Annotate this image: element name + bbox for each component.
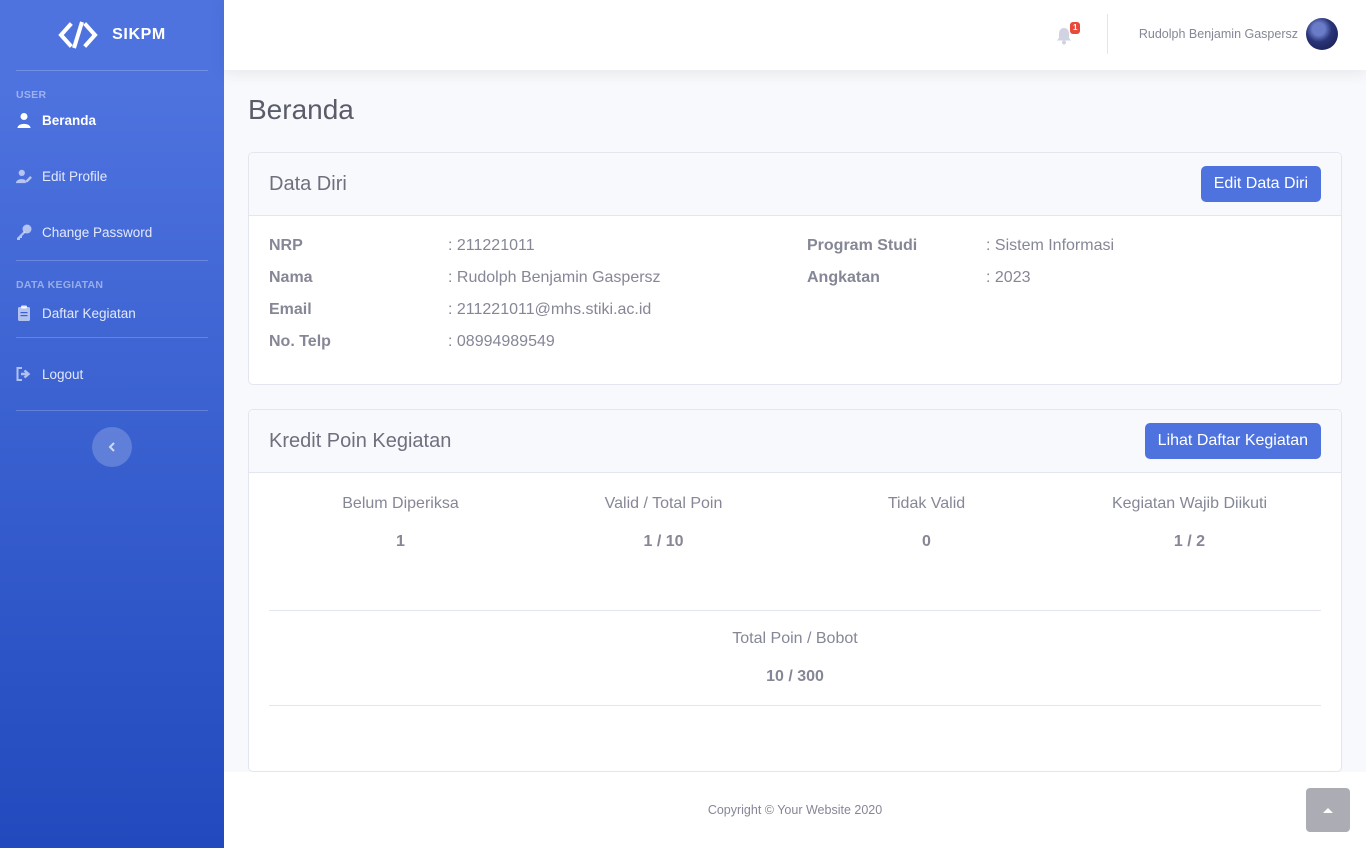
email-value: : 211221011@mhs.stiki.ac.id — [448, 301, 652, 318]
sidebar-toggle-button[interactable] — [92, 427, 132, 467]
clipboard-icon — [18, 305, 30, 321]
scroll-to-top-button[interactable] — [1306, 788, 1350, 832]
stat-kegiatan-wajib: Kegiatan Wajib Diikuti 1 / 2 — [1058, 495, 1321, 551]
topbar: 1 Rudolph Benjamin Gaspersz — [224, 0, 1366, 70]
nrp-value: : 211221011 — [448, 237, 535, 254]
sidebar-item-label: Daftar Kegiatan — [42, 305, 136, 321]
info-grid: NRP : 211221011 Program Studi : Sistem I… — [249, 216, 1341, 353]
sidebar: SIKPM USER Beranda Edit Profile Change P… — [0, 0, 224, 848]
user-icon — [17, 113, 31, 128]
stat-value: 0 — [922, 533, 931, 550]
program-studi-label: Program Studi — [807, 237, 918, 254]
sidebar-item-label: Edit Profile — [42, 168, 108, 184]
stats-row: Belum Diperiksa 1 Valid / Total Poin 1 /… — [249, 473, 1341, 551]
footer: Copyright © Your Website 2020 — [224, 772, 1366, 848]
stat-label: Total Poin / Bobot — [732, 630, 858, 647]
sidebar-item-label: Logout — [42, 366, 84, 382]
email-label: Email — [269, 301, 312, 318]
telp-value: : 08994989549 — [448, 333, 555, 350]
brand-name: SIKPM — [112, 26, 166, 43]
stat-value: 1 / 10 — [643, 533, 684, 550]
angkatan-value: : 2023 — [986, 269, 1031, 286]
stat-tidak-valid: Tidak Valid 0 — [795, 495, 1058, 551]
stat-belum-diperiksa: Belum Diperiksa 1 — [269, 495, 532, 551]
stat-total-poin: Total Poin / Bobot 10 / 300 — [249, 611, 1341, 686]
sidebar-item-label: Beranda — [42, 112, 97, 128]
brand[interactable]: SIKPM — [0, 0, 224, 70]
telp-label: No. Telp — [269, 333, 331, 350]
program-studi-value: : Sistem Informasi — [986, 237, 1115, 254]
card-title: Kredit Poin Kegiatan — [269, 429, 452, 452]
user-name[interactable]: Rudolph Benjamin Gaspersz — [1139, 27, 1298, 41]
nrp-label: NRP — [269, 237, 303, 254]
key-icon — [17, 224, 32, 240]
nama-label: Nama — [269, 269, 313, 286]
sidebar-item-logout[interactable]: Logout — [0, 338, 224, 410]
stat-value: 10 / 300 — [766, 668, 824, 685]
sidebar-item-beranda[interactable]: Beranda — [0, 101, 224, 139]
notification-button[interactable]: 1 — [1056, 22, 1081, 48]
stat-value: 1 — [396, 533, 405, 550]
card-title: Data Diri — [269, 172, 347, 195]
angkatan-label: Angkatan — [807, 269, 880, 286]
card-header: Kredit Poin Kegiatan Lihat Daftar Kegiat… — [249, 410, 1341, 473]
stat-value: 1 / 2 — [1173, 533, 1206, 550]
stat-label: Kegiatan Wajib Diikuti — [1111, 495, 1268, 512]
sidebar-item-daftar-kegiatan[interactable]: Daftar Kegiatan — [0, 291, 224, 335]
stat-label: Valid / Total Poin — [604, 495, 723, 512]
kredit-poin-card: Kredit Poin Kegiatan Lihat Daftar Kegiat… — [248, 409, 1342, 772]
notification-count-badge: 1 — [1070, 22, 1081, 34]
user-edit-icon — [16, 169, 32, 184]
sidebar-item-label: Change Password — [42, 224, 153, 240]
sidebar-heading-kegiatan: DATA KEGIATAN — [16, 279, 104, 291]
divider — [269, 705, 1321, 706]
avatar[interactable] — [1306, 18, 1338, 50]
stat-label: Belum Diperiksa — [342, 495, 459, 512]
sidebar-divider — [16, 410, 208, 411]
nama-value: : Rudolph Benjamin Gaspersz — [448, 269, 661, 286]
sidebar-item-change-password[interactable]: Change Password — [0, 213, 224, 251]
main-content: Beranda Data Diri Edit Data Diri NRP : 2… — [224, 70, 1366, 772]
code-logo-icon — [58, 21, 98, 49]
stat-label: Tidak Valid — [887, 495, 966, 512]
topbar-divider — [1107, 14, 1108, 54]
chevron-left-icon — [108, 442, 115, 452]
stat-valid-total: Valid / Total Poin 1 / 10 — [532, 495, 795, 551]
data-diri-card: Data Diri Edit Data Diri NRP : 211221011… — [248, 152, 1342, 385]
sidebar-heading-user: USER — [16, 89, 47, 101]
chevron-up-icon — [1323, 808, 1333, 813]
lihat-daftar-kegiatan-button[interactable]: Lihat Daftar Kegiatan — [1144, 423, 1321, 459]
page-title: Beranda — [248, 94, 354, 125]
sidebar-item-edit-profile[interactable]: Edit Profile — [0, 139, 224, 213]
copyright-text: Copyright © Your Website 2020 — [707, 803, 883, 817]
edit-data-diri-button[interactable]: Edit Data Diri — [1200, 166, 1321, 202]
sign-out-icon — [16, 367, 31, 381]
card-header: Data Diri Edit Data Diri — [249, 153, 1341, 216]
